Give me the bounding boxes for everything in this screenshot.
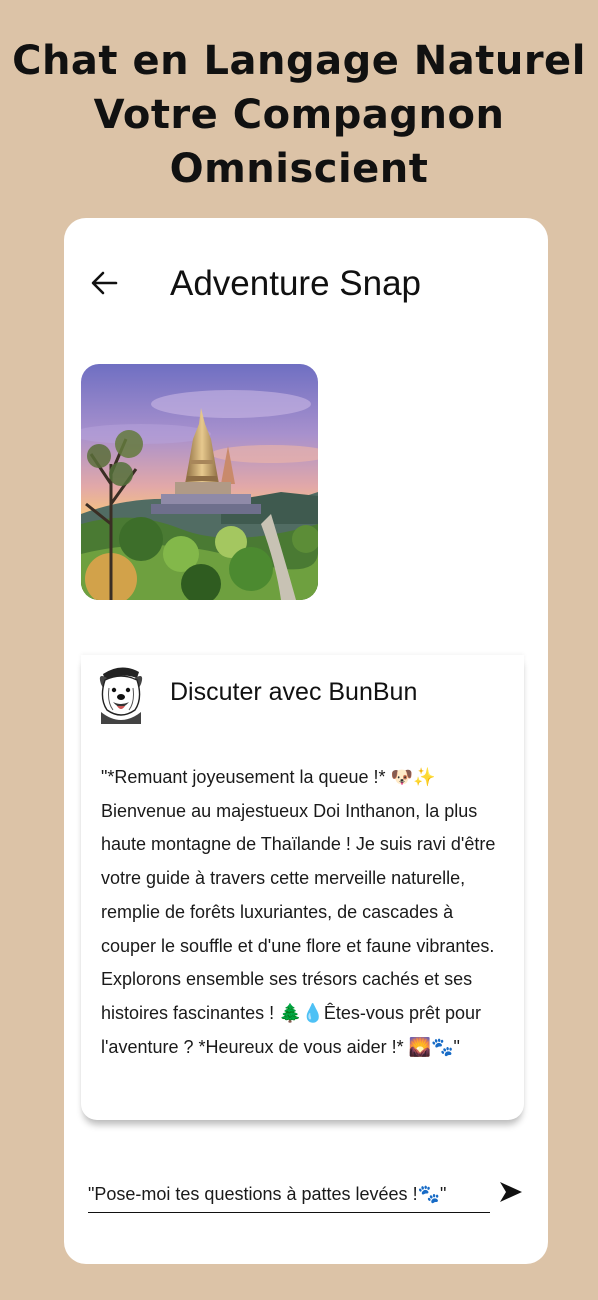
page-title: Adventure Snap xyxy=(170,264,422,303)
headline-line-1: Chat en Langage Naturel xyxy=(12,38,586,84)
chat-panel: Discuter avec BunBun "*Remuant joyeuseme… xyxy=(81,655,524,1120)
headline-line-3: Omniscient xyxy=(169,146,429,192)
arrow-left-icon xyxy=(91,271,118,295)
headline-line-2: Votre Compagnon xyxy=(93,92,505,138)
chat-title: Discuter avec BunBun xyxy=(170,678,418,706)
send-arrow-icon xyxy=(500,1182,522,1202)
send-button[interactable] xyxy=(498,1180,524,1204)
bot-message: "*Remuant joyeusement la queue !* 🐶✨ Bie… xyxy=(101,767,496,1057)
app-screen-card: Adventure Snap Discuter avec BunBun "*Re… xyxy=(64,218,548,1264)
dog-avatar-icon xyxy=(95,662,147,724)
question-input-row xyxy=(88,1176,528,1216)
back-button[interactable] xyxy=(88,268,120,298)
hero-photo[interactable] xyxy=(81,364,318,600)
question-input[interactable] xyxy=(88,1176,490,1213)
promo-headline: Chat en Langage Naturel Votre Compagnon … xyxy=(0,34,598,196)
